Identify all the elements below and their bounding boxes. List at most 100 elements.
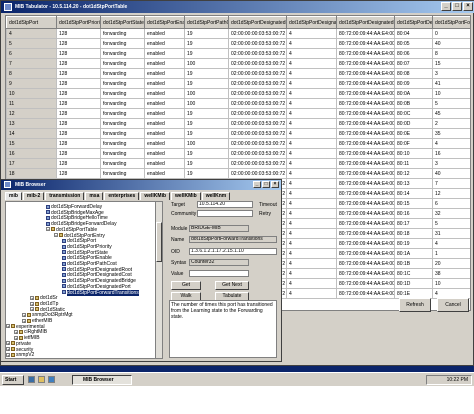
expand-icon[interactable]: +: [14, 330, 18, 335]
desktop-icon[interactable]: [28, 376, 35, 383]
table-cell: enabled: [144, 158, 185, 169]
table-cell: enabled: [144, 28, 185, 39]
column-header[interactable]: dot1dStpPortPathCost: [184, 16, 229, 29]
start-button[interactable]: Start: [2, 375, 24, 385]
table-row[interactable]: 9 128 forwarding enabled 19 02:00:00:00:03:53…: [6, 78, 470, 89]
timeout-label: Timeout: [259, 202, 277, 208]
table-cell: 4: [432, 138, 470, 149]
expand-icon[interactable]: +: [6, 341, 10, 346]
explorer-icon[interactable]: [38, 376, 45, 383]
cancel-button[interactable]: Cancel: [437, 298, 469, 312]
column-header[interactable]: dot1dStpPort: [6, 16, 57, 29]
folder-icon: [11, 347, 15, 352]
table-row[interactable]: 7 128 forwarding enabled 100 02:00:00:00:03:5…: [6, 58, 470, 69]
close-icon[interactable]: ×: [271, 181, 279, 188]
row-header-cell: 7: [6, 58, 57, 69]
column-header[interactable]: dot1dStpPortState: [100, 16, 145, 29]
table-row[interactable]: 17 128 forwarding enabled 19 02:00:00:00:03:5…: [6, 158, 470, 169]
column-header[interactable]: dot1dStpPortDesignatedCost: [286, 16, 337, 29]
expand-icon[interactable]: +: [22, 312, 26, 317]
tab-wellknm[interactable]: wellKnm: [201, 192, 231, 200]
table-row[interactable]: 13 128 forwarding enabled 19 02:00:00:00:03:5…: [6, 118, 470, 129]
expand-icon[interactable]: +: [30, 301, 34, 306]
maximize-icon[interactable]: □: [452, 2, 462, 11]
minimize-icon[interactable]: _: [253, 181, 261, 188]
table-cell: 80:72:00:09:44:AA:E4:00: [336, 48, 395, 59]
browser-icon[interactable]: [48, 376, 55, 383]
tab-wellkmib[interactable]: wellKMib: [171, 192, 201, 200]
table-row[interactable]: 14 128 forwarding enabled 19 02:00:00:00:03:5…: [6, 128, 470, 139]
expand-icon[interactable]: +: [6, 324, 10, 329]
table-cell: 80:0B: [394, 98, 433, 109]
column-header[interactable]: dot1dStpPortDe: [394, 16, 433, 29]
table-cell: 80:13: [394, 178, 433, 189]
expand-icon[interactable]: +: [30, 307, 34, 312]
table-row[interactable]: 18 128 forwarding enabled 19 02:00:00:00:03:5…: [6, 168, 470, 179]
tab-enterprises[interactable]: enterprises: [104, 192, 140, 200]
taskbar-item-mib-browser[interactable]: MIB Browser: [72, 375, 132, 385]
tree-scrollbar[interactable]: [155, 202, 162, 358]
table-row[interactable]: 12 128 forwarding enabled 19 02:00:00:00:03:5…: [6, 108, 470, 119]
folder-icon: [35, 301, 39, 306]
table-cell: 80:1C: [394, 268, 433, 279]
column-header[interactable]: dot1dStpPortForwardTransitions: [432, 16, 470, 29]
table-cell: 80:09: [394, 78, 433, 89]
table-row[interactable]: 11 128 forwarding enabled 100 02:00:00:00:03:…: [6, 98, 470, 109]
table-cell: 4: [286, 268, 337, 279]
table-row[interactable]: 10 128 forwarding enabled 100 02:00:00:00:03:…: [6, 88, 470, 99]
table-cell: forwarding: [100, 118, 145, 129]
column-header[interactable]: dot1dStpPortPriority: [56, 16, 101, 29]
column-header[interactable]: dot1dStpPortEnable: [144, 16, 185, 29]
expand-icon[interactable]: +: [6, 347, 10, 352]
table-row[interactable]: 6 128 forwarding enabled 19 02:00:00:00:03:53…: [6, 48, 470, 59]
table-row[interactable]: 4 128 forwarding enabled 19 02:00:00:00:03:53…: [6, 28, 470, 39]
tab-mib-2[interactable]: mib-2: [22, 192, 45, 200]
app-icon: [4, 181, 11, 188]
column-header[interactable]: dot1dStpPortDesignatedRoot: [228, 16, 287, 29]
tab-mib[interactable]: mib: [5, 192, 22, 200]
refresh-button[interactable]: Refresh: [399, 298, 431, 312]
table-row[interactable]: 8 128 forwarding enabled 19 02:00:00:00:03:53…: [6, 68, 470, 79]
expand-icon[interactable]: +: [22, 318, 26, 323]
table-row[interactable]: 15 128 forwarding enabled 100 02:00:00:00:03:…: [6, 138, 470, 149]
get-button[interactable]: Get: [171, 281, 201, 290]
table-cell: 0: [432, 28, 470, 39]
minimize-icon[interactable]: _: [441, 2, 451, 11]
table-cell: 80:72:00:09:44:AA:E4:00: [336, 258, 395, 269]
table-cell: 80:07: [394, 58, 433, 69]
collapse-icon[interactable]: −: [46, 227, 50, 232]
table-cell: 6: [432, 198, 470, 209]
column-header[interactable]: dot1dStpPortDesignatedBridge: [336, 16, 395, 29]
mib-tree[interactable]: dot1dStpForwardDelay dot1dStpBridgeMaxAge…: [5, 201, 163, 359]
tree-node[interactable]: + snmpV2: [6, 352, 34, 358]
table-cell: 80:72:00:09:44:AA:E4:00: [336, 88, 395, 99]
oid-field[interactable]: 1.3.6.1.2.1.17.2.15.1.10: [189, 248, 277, 255]
table-row[interactable]: 16 128 forwarding enabled 19 02:00:00:00:03:5…: [6, 148, 470, 159]
scroll-thumb[interactable]: [156, 222, 162, 262]
value-field[interactable]: [189, 270, 249, 277]
expand-icon[interactable]: +: [6, 352, 10, 357]
collapse-icon[interactable]: −: [54, 233, 58, 238]
table-cell: 128: [56, 68, 101, 79]
tab-transmission[interactable]: transmission: [45, 192, 85, 200]
tab-wellkmib[interactable]: wellKMib: [140, 192, 171, 200]
table-row[interactable]: 5 128 forwarding enabled 19 02:00:00:00:03:53…: [6, 38, 470, 49]
expand-icon[interactable]: +: [14, 335, 18, 340]
table-cell: enabled: [144, 68, 185, 79]
table-cell: 80:72:00:09:44:AA:E4:00: [336, 218, 395, 229]
get-next-button[interactable]: Get Next: [215, 281, 249, 290]
table-window-titlebar[interactable]: MIB Tabulator - 10.5.114.20 - dot1dStpPo…: [1, 1, 474, 13]
target-field[interactable]: 10.5.114.20: [197, 201, 253, 208]
maximize-icon[interactable]: □: [262, 181, 270, 188]
close-icon[interactable]: ×: [463, 2, 473, 11]
row-header-cell: 18: [6, 168, 57, 179]
table-cell: 19: [184, 168, 229, 179]
syntax-label: Syntax: [171, 260, 187, 266]
tab-msa[interactable]: msa: [85, 192, 104, 200]
expand-icon[interactable]: +: [30, 295, 34, 300]
tree-node[interactable]: dot1dStpPortForwardTransitions: [62, 289, 139, 296]
table-cell: 2: [432, 118, 470, 129]
community-field[interactable]: [197, 210, 253, 217]
mib-browser-titlebar[interactable]: MIB Browser _ □ ×: [1, 180, 281, 190]
table-cell: 80:19: [394, 238, 433, 249]
